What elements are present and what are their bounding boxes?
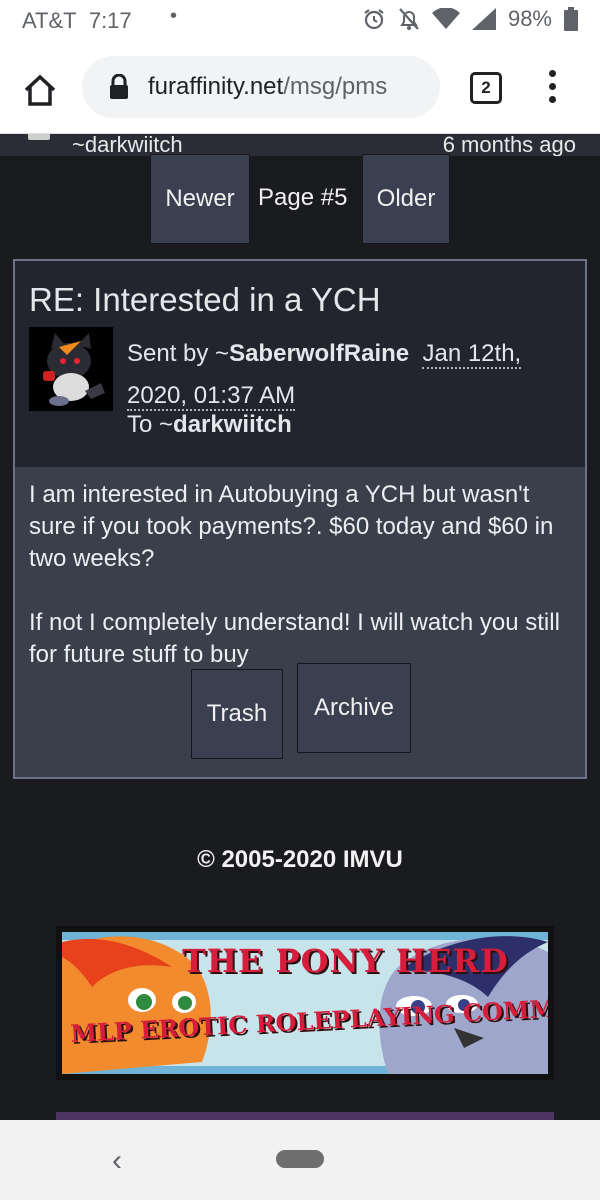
avatar[interactable] xyxy=(29,327,113,411)
copyright-text: © 2005-2020 IMVU xyxy=(197,846,403,873)
bell-off-icon xyxy=(399,8,419,30)
archive-button[interactable]: Archive xyxy=(297,663,411,753)
message-checkbox[interactable] xyxy=(28,134,50,140)
battery-percent: 98% xyxy=(507,6,552,31)
status-bar: AT&T 7:17 • 98% xyxy=(0,0,600,44)
message-recipient-line: To ~darkwiitch xyxy=(127,411,292,438)
banner-image: THE PONY HERD MLP EROTIC ROLEPLAYING COM… xyxy=(62,932,548,1074)
home-gesture-pill[interactable] xyxy=(276,1150,324,1168)
page-number: Page #5 xyxy=(258,184,348,211)
trash-button[interactable]: Trash xyxy=(191,669,283,759)
lock-icon xyxy=(110,74,128,99)
ad-banner[interactable]: THE PONY HERD MLP EROTIC ROLEPLAYING COM… xyxy=(56,926,554,1080)
message-title: RE: Interested in a YCH xyxy=(29,281,381,318)
recipient-link[interactable]: darkwiitch xyxy=(173,411,292,438)
wifi-icon xyxy=(431,8,460,29)
message-header: RE: Interested in a YCH Sent by ~Saberwo… xyxy=(15,261,585,467)
message-paragraph: If not I completely understand! I will w… xyxy=(29,609,560,668)
message-sender-line: Sent by ~SaberwolfRaine Jan 12th, 2020, … xyxy=(127,340,522,411)
browser-toolbar: furaffinity.net/msg/pms 2 xyxy=(0,44,600,134)
alarm-icon xyxy=(364,9,384,30)
message-paragraph: I am interested in Autobuying a YCH but … xyxy=(29,481,554,572)
previous-message-time: 6 months ago xyxy=(442,134,576,156)
signal-icon xyxy=(471,8,496,30)
previous-message-user: ~darkwiitch xyxy=(72,134,183,156)
tab-switcher-button[interactable]: 2 xyxy=(470,72,502,104)
status-icons: 98% xyxy=(362,6,578,32)
url-text: furaffinity.net/msg/pms xyxy=(148,73,388,100)
system-navigation-bar: ‹ xyxy=(0,1120,600,1200)
message-panel: RE: Interested in a YCH Sent by ~Saberwo… xyxy=(13,259,587,779)
battery-icon xyxy=(564,7,578,31)
banner-title: THE PONY HERD xyxy=(182,942,509,980)
home-icon[interactable] xyxy=(22,72,58,108)
previous-message-row[interactable]: ~darkwiitch 6 months ago xyxy=(0,134,600,156)
older-button[interactable]: Older xyxy=(362,154,450,244)
notification-dot: • xyxy=(170,5,178,27)
address-bar[interactable]: furaffinity.net/msg/pms xyxy=(82,56,440,118)
page-content: ~darkwiitch 6 months ago Newer Page #5 O… xyxy=(0,134,600,1120)
second-banner-partial[interactable] xyxy=(56,1112,554,1120)
back-icon[interactable]: ‹ xyxy=(112,1144,122,1178)
carrier-time: AT&T 7:17 xyxy=(22,8,132,33)
sender-link[interactable]: SaberwolfRaine xyxy=(229,340,409,367)
pagination: Newer Page #5 Older xyxy=(0,154,600,246)
newer-button[interactable]: Newer xyxy=(150,154,250,244)
overflow-menu-icon[interactable] xyxy=(548,70,558,110)
